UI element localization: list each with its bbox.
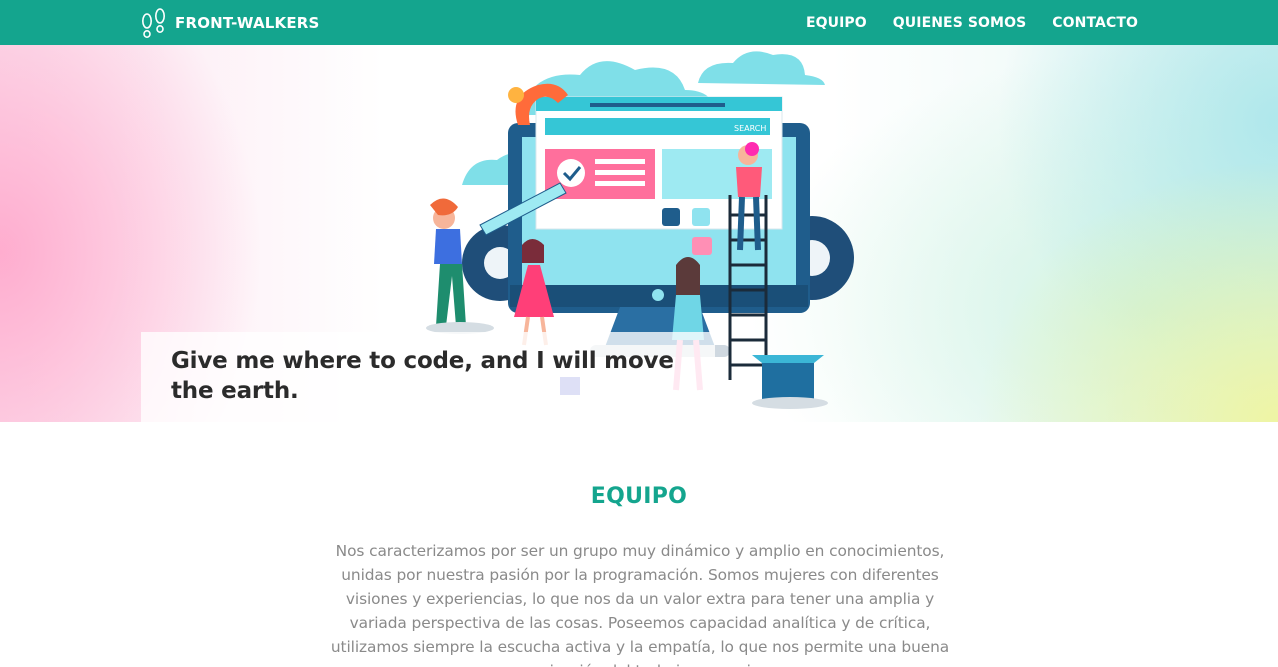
team-section-title: EQUIPO <box>590 484 688 509</box>
nav-link-quienes-somos[interactable]: QUIENES SOMOS <box>893 15 1026 31</box>
nav-link-contacto[interactable]: CONTACTO <box>1052 15 1138 31</box>
team-section-description: Nos caracterizamos por ser un grupo muy … <box>330 542 950 667</box>
nav-link-equipo[interactable]: EQUIPO <box>806 15 867 31</box>
top-navbar: FRONT-WALKERS EQUIPO QUIENES SOMOS CONTA… <box>0 0 1278 45</box>
brand-name: FRONT-WALKERS <box>175 14 320 32</box>
tagline-box: Give me where to code, and I will move t… <box>141 332 715 422</box>
hero-banner: SEARCH Give me where to code, and I will… <box>0 45 1278 422</box>
hero-tagline: Give me where to code, and I will move t… <box>171 348 674 404</box>
footprints-icon <box>142 8 165 38</box>
brand-logo-link[interactable]: FRONT-WALKERS <box>140 7 320 39</box>
main-nav: EQUIPO QUIENES SOMOS CONTACTO <box>780 0 1138 45</box>
search-label: SEARCH <box>734 124 766 133</box>
